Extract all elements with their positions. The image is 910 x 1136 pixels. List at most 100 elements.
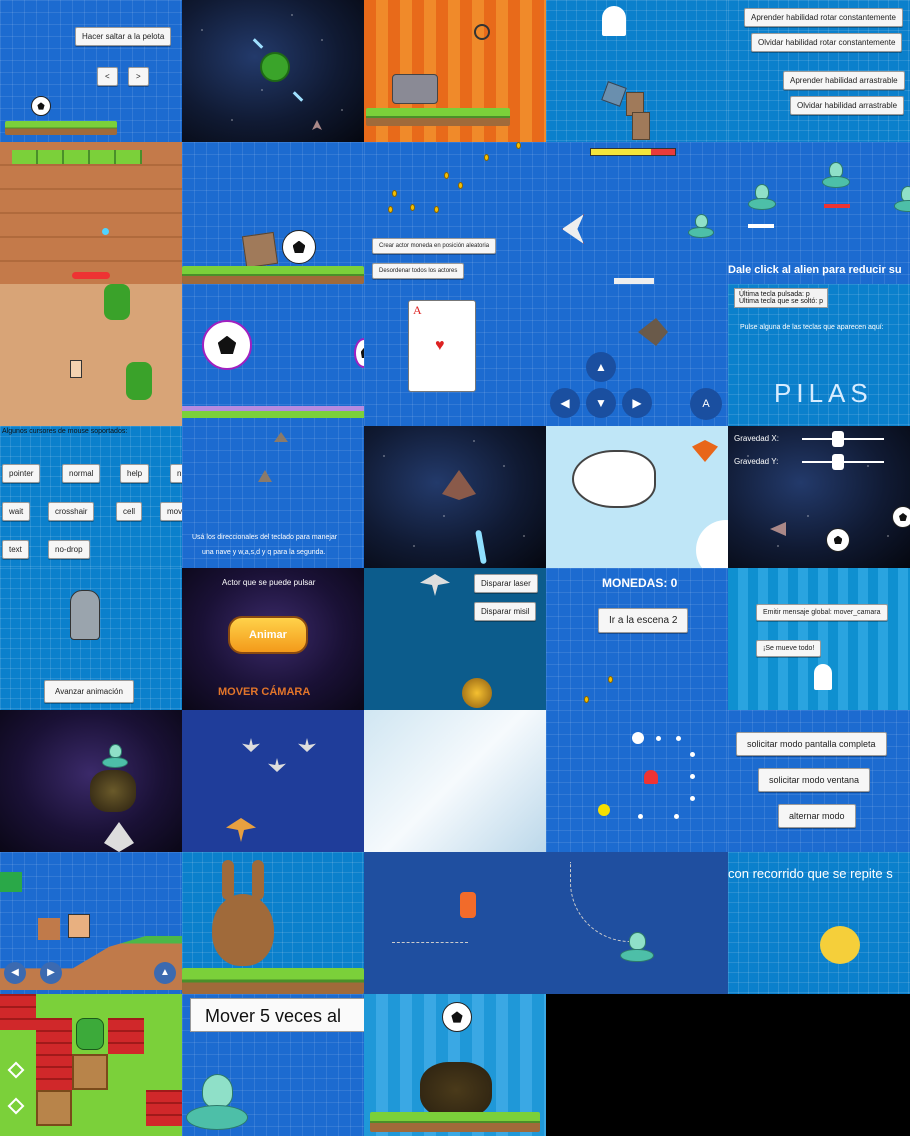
player-plane-icon: [226, 818, 256, 842]
ghost-icon: [602, 6, 626, 36]
instruction-text: Pulse alguna de las teclas que aparecen …: [740, 324, 884, 331]
paddle: [72, 272, 110, 279]
forget-rotate-button[interactable]: Olvidar habilidad rotar constantemente: [751, 33, 903, 52]
jump-ball-button[interactable]: Hacer saltar a la pelota: [75, 27, 172, 46]
ship-icon: [770, 522, 786, 536]
crate-icon: [72, 1054, 108, 1090]
cactus-icon: [126, 362, 152, 400]
fire-laser-button[interactable]: Disparar laser: [474, 574, 538, 593]
tile-global-message: Emitir mensaje global: mover_camara ¡Se …: [728, 568, 910, 710]
instructions-line2: una nave y w,a,s,d y q para la segunda.: [202, 549, 326, 556]
alien-icon[interactable]: [822, 162, 850, 188]
dot: [690, 774, 695, 779]
bunny-ear: [222, 860, 234, 900]
cursor-help-button[interactable]: help: [120, 464, 150, 483]
tile-alien-click: Dale click al alien para reducir su: [728, 142, 910, 284]
tile-coins: Crear actor moneda en posición aleatoria…: [364, 142, 546, 284]
arrow-right-icon[interactable]: ▶: [40, 962, 62, 984]
request-fullscreen-button[interactable]: solicitar modo pantalla completa: [736, 732, 887, 756]
cursor-cell-button[interactable]: cell: [116, 502, 143, 521]
animate-button[interactable]: Animar: [228, 616, 308, 654]
arrow-down-button[interactable]: ▼: [586, 388, 616, 418]
tile-bouncing-balls: [182, 284, 364, 426]
tile-ghost-boxes: [546, 0, 728, 142]
cursor-text-button[interactable]: text: [2, 540, 29, 559]
laser-icon: [475, 529, 487, 565]
tile-flappy: [546, 426, 728, 568]
a-button[interactable]: A: [690, 388, 722, 420]
fire-missile-button[interactable]: Disparar misil: [474, 602, 537, 621]
toggle-mode-button[interactable]: alternar modo: [778, 804, 856, 828]
cursor-crosshair-button[interactable]: crosshair: [48, 502, 95, 521]
tile-fullscreen: solicitar modo pantalla completa solicit…: [728, 710, 910, 852]
learn-draggable-button[interactable]: Aprender habilidad arrastrable: [783, 71, 905, 90]
move-camera-label: MOVER CÁMARA: [218, 686, 311, 698]
actor-icon: [460, 892, 476, 918]
bunny-ear: [252, 860, 264, 900]
coin-icon: [392, 190, 397, 197]
gravity-x-handle[interactable]: [832, 431, 844, 447]
emit-global-message-button[interactable]: Emitir mensaje global: mover_camara: [756, 604, 888, 621]
alien-icon[interactable]: [748, 184, 776, 210]
last-released-text: Última tecla que se soltó: p: [739, 298, 824, 305]
tile-platformer: ◀ ▶ ▲: [0, 852, 182, 994]
ball-icon: [102, 228, 109, 235]
arrow-up-button[interactable]: ▲: [586, 352, 616, 382]
cursor-no-drop-button[interactable]: no-drop: [48, 540, 90, 559]
alien-icon[interactable]: [894, 186, 910, 212]
tile-pacman: [546, 710, 728, 852]
right-button[interactable]: >: [128, 67, 149, 86]
tile-sokoban: [0, 994, 182, 1136]
arrow-left-button[interactable]: ◀: [550, 388, 580, 418]
cursor-normal-button[interactable]: normal: [62, 464, 101, 483]
heart-icon: ♥: [435, 337, 445, 354]
learn-rotate-button[interactable]: Aprender habilidad rotar constantemente: [744, 8, 903, 27]
dot: [690, 752, 695, 757]
everything-moves-button[interactable]: ¡Se mueve todo!: [756, 640, 822, 657]
cursor-wait-button[interactable]: wait: [2, 502, 31, 521]
laser-icon: [292, 91, 304, 102]
soccer-ball: [892, 506, 910, 528]
grass-floor: [370, 1112, 540, 1132]
request-window-button[interactable]: solicitar modo ventana: [758, 768, 871, 792]
tile-skills: Aprender habilidad rotar constantemente …: [728, 0, 910, 142]
go-to-scene-2-button[interactable]: Ir a la escena 2: [598, 608, 689, 633]
cursor-move-button[interactable]: mov: [160, 502, 182, 521]
plane-icon: [268, 758, 286, 772]
tile-card: A ♥: [364, 284, 546, 426]
tile-desert: [0, 284, 182, 426]
coins-counter: MONEDAS: 0: [602, 576, 678, 590]
advance-animation-button[interactable]: Avanzar animación: [44, 680, 134, 703]
tile-alien-explosion: [0, 710, 182, 852]
grass-platform: [366, 108, 510, 126]
tile-bunny: [182, 852, 364, 994]
tile-path-actor: [364, 852, 546, 994]
gravity-y-handle[interactable]: [832, 454, 844, 470]
ace-of-hearts-card[interactable]: A ♥: [408, 300, 476, 392]
caption-text: con recorrido que se repite s: [728, 866, 893, 881]
tile-space-planet: [182, 0, 364, 142]
plane-icon: [298, 738, 316, 752]
left-button[interactable]: <: [97, 67, 118, 86]
forget-draggable-button[interactable]: Olvidar habilidad arrastrable: [790, 96, 905, 115]
move-five-button[interactable]: Mover 5 veces al: [190, 998, 364, 1032]
target-icon: [7, 1061, 25, 1079]
create-coin-button[interactable]: Crear actor moneda en posición aleatoria: [372, 238, 497, 254]
pacman-icon: [598, 804, 610, 816]
crosshair-icon: [474, 24, 490, 40]
arrow-right-button[interactable]: ▶: [622, 388, 652, 418]
shuffle-actors-button[interactable]: Desordenar todos los actores: [372, 263, 465, 279]
cursor-n-button[interactable]: n: [170, 464, 182, 483]
box-icon: [601, 81, 627, 107]
energy-bar-fill: [591, 149, 652, 155]
soccer-ball: [826, 528, 850, 552]
grass-floor: [182, 968, 364, 994]
arrow-left-icon[interactable]: ◀: [4, 962, 26, 984]
alien-icon: [102, 744, 128, 768]
arrow-up-icon[interactable]: ▲: [154, 962, 176, 984]
cursors-title: Algunos cursores de mouse soportados:: [2, 428, 128, 435]
tile-box-ball: [182, 142, 364, 284]
smoke-icon: [420, 1062, 492, 1118]
cursor-pointer-button[interactable]: pointer: [2, 464, 41, 483]
bunny-icon: [212, 894, 274, 966]
